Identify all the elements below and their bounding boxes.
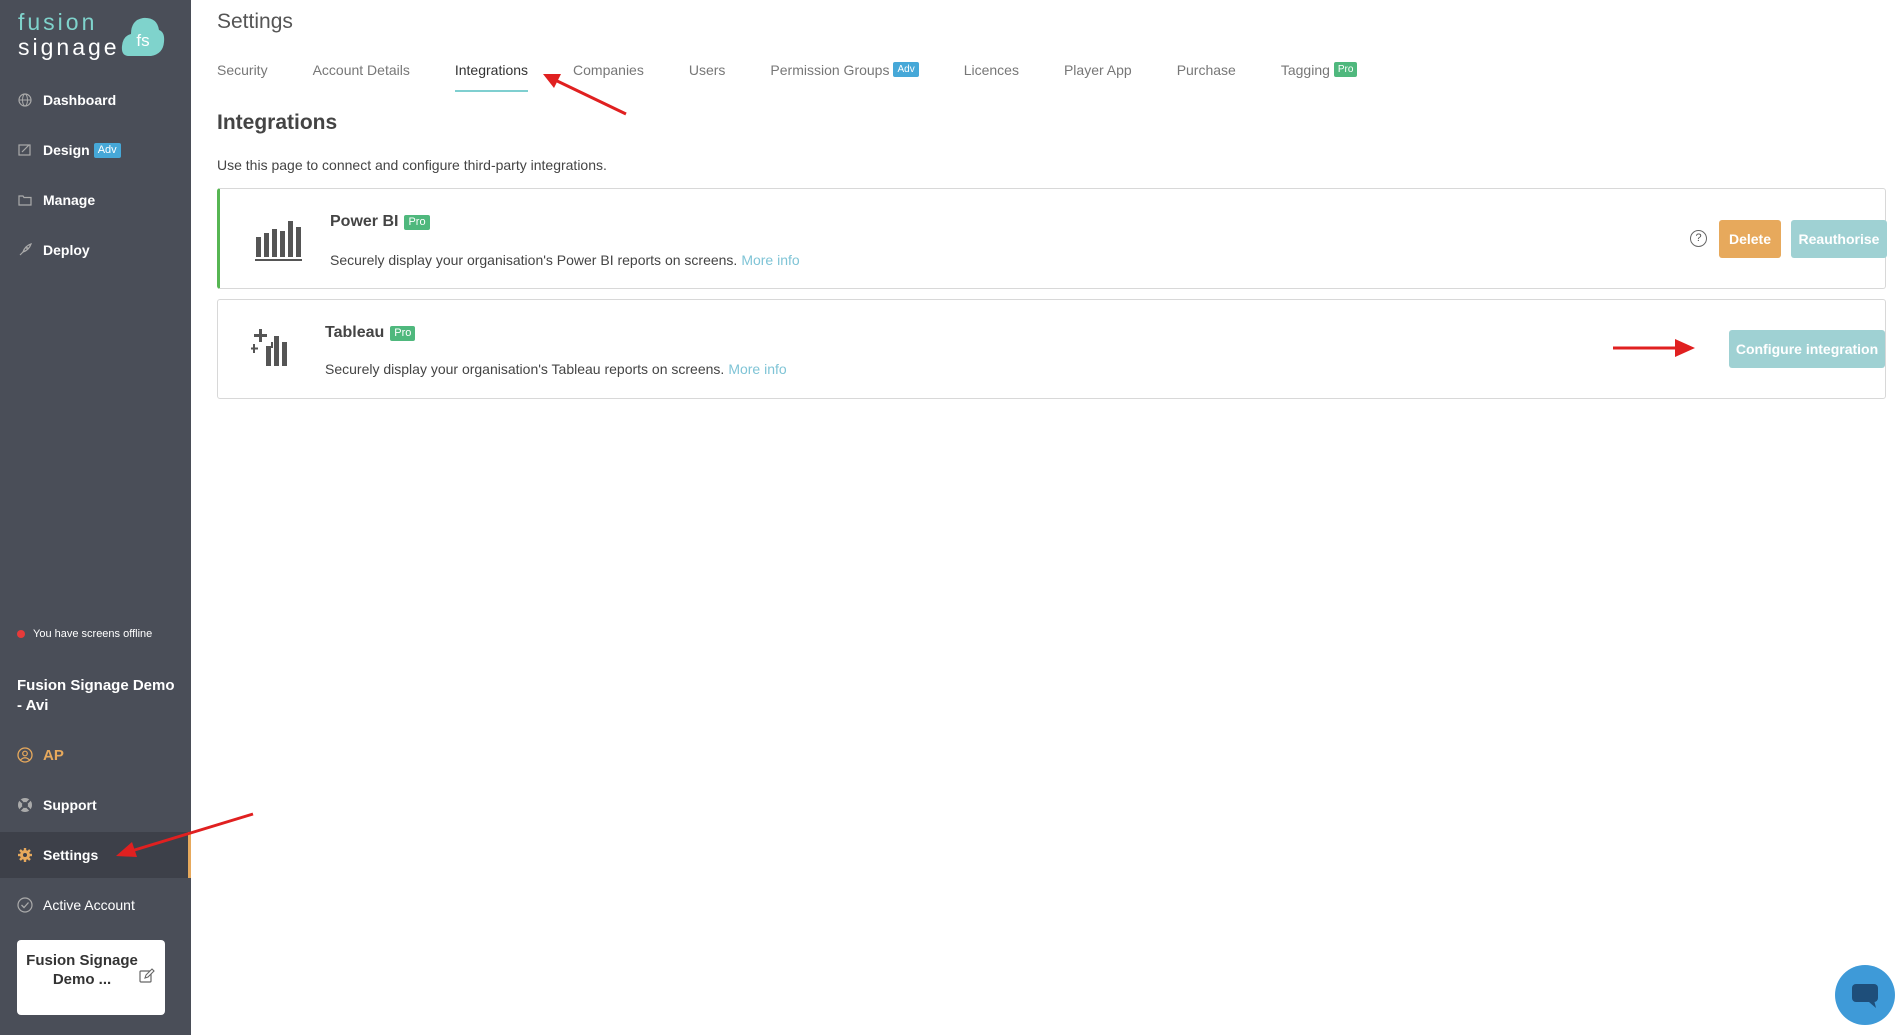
account-switcher-card[interactable]: Fusion Signage Demo ...	[17, 940, 165, 1015]
configure-integration-button[interactable]: Configure integration	[1729, 330, 1885, 368]
tab-companies[interactable]: Companies	[573, 60, 644, 92]
integration-description: Securely display your organisation's Pow…	[330, 252, 738, 268]
tab-label: Companies	[573, 62, 644, 78]
sidebar-item-dashboard[interactable]: Dashboard	[0, 77, 191, 123]
folder-icon	[17, 192, 33, 208]
tab-permission-groups[interactable]: Permission Groups Adv	[770, 60, 919, 92]
logo-text: fusion signage	[18, 10, 120, 60]
offline-text: You have screens offline	[33, 628, 153, 640]
tab-label: Users	[688, 62, 726, 78]
sidebar-item-active-account[interactable]: Active Account	[0, 882, 191, 928]
user-profile[interactable]: AP	[0, 732, 191, 778]
sidebar-item-label: Settings	[43, 847, 99, 863]
tableau-integration-card: Tableau Pro Securely display your organi…	[217, 299, 1886, 399]
tab-account-details[interactable]: Account Details	[313, 60, 410, 92]
tab-label: Licences	[963, 62, 1019, 78]
sidebar-item-label: Deploy	[43, 242, 90, 258]
more-info-link[interactable]: More info	[728, 361, 786, 377]
sidebar-item-label: Support	[43, 797, 97, 813]
help-icon[interactable]: ?	[1690, 230, 1707, 247]
tableau-description: Securely display your organisation's Tab…	[325, 361, 787, 377]
rocket-icon	[17, 242, 33, 258]
settings-tabs: Security Account Details Integrations Co…	[217, 60, 1402, 92]
account-card-label: Fusion Signage Demo ...	[26, 952, 138, 988]
chat-bubble-icon	[1852, 984, 1878, 1008]
more-info-link[interactable]: More info	[741, 252, 799, 268]
sidebar-item-design[interactable]: Design Adv	[0, 127, 191, 173]
reauthorise-button[interactable]: Reauthorise	[1791, 220, 1887, 258]
powerbi-logo-icon	[255, 221, 302, 261]
adv-badge: Adv	[93, 142, 121, 158]
sidebar-item-support[interactable]: Support	[0, 782, 191, 828]
sidebar-item-settings[interactable]: Settings	[0, 832, 191, 878]
tab-label: Purchase	[1176, 62, 1236, 78]
sidebar-item-manage[interactable]: Manage	[0, 177, 191, 223]
tab-label: Integrations	[454, 62, 529, 78]
chat-widget-button[interactable]	[1835, 965, 1895, 1025]
sidebar-item-label: Design	[43, 142, 90, 158]
section-description: Use this page to connect and configure t…	[217, 157, 607, 173]
logo-line-1: fusion	[18, 9, 98, 35]
sidebar-item-label: Dashboard	[43, 92, 117, 108]
powerbi-title: Power BI Pro	[330, 213, 430, 231]
sidebar-item-label: Active Account	[43, 897, 135, 913]
logo-line-2: signage	[18, 34, 120, 60]
pro-badge: Pro	[390, 325, 416, 341]
sidebar-item-label: Manage	[43, 192, 96, 208]
tab-player-app[interactable]: Player App	[1064, 60, 1132, 92]
tab-licences[interactable]: Licences	[964, 60, 1019, 92]
tab-tagging[interactable]: Tagging Pro	[1281, 60, 1358, 92]
tableau-logo-icon	[251, 329, 287, 366]
edit-icon[interactable]	[139, 968, 155, 984]
main-content: Settings Security Account Details Integr…	[191, 0, 1900, 1035]
gear-icon	[17, 847, 33, 863]
tab-label: Account Details	[312, 62, 410, 78]
check-circle-icon	[17, 897, 33, 913]
powerbi-integration-card: Power BI Pro Securely display your organ…	[217, 188, 1887, 289]
adv-badge: Adv	[893, 62, 919, 77]
tab-label: Player App	[1063, 62, 1132, 78]
globe-icon	[17, 92, 33, 108]
integration-description: Securely display your organisation's Tab…	[325, 361, 725, 377]
sidebar-item-deploy[interactable]: Deploy	[0, 227, 191, 273]
delete-button[interactable]: Delete	[1719, 220, 1781, 258]
pro-badge: Pro	[404, 214, 430, 230]
tab-purchase[interactable]: Purchase	[1177, 60, 1236, 92]
tab-label: Permission Groups	[770, 62, 890, 78]
page-title: Settings	[217, 10, 293, 33]
lifebuoy-icon	[17, 797, 33, 813]
design-icon	[17, 142, 33, 158]
fusion-signage-logo[interactable]: fusion signage fs	[18, 10, 168, 66]
tab-integrations[interactable]: Integrations	[454, 60, 529, 92]
logo-cloud-icon: fs	[121, 17, 165, 56]
powerbi-description: Securely display your organisation's Pow…	[330, 252, 800, 268]
tableau-title: Tableau Pro	[325, 324, 416, 342]
section-title: Integrations	[217, 111, 338, 134]
integration-name: Power BI	[330, 213, 399, 230]
integration-name: Tableau	[325, 324, 385, 341]
sidebar: fusion signage fs Dashboard Design Adv M…	[0, 0, 191, 1035]
tab-label: Tagging	[1280, 62, 1330, 78]
tab-label: Security	[217, 62, 268, 78]
user-initials: AP	[43, 746, 64, 764]
account-name: Fusion Signage Demo - Avi	[17, 677, 175, 714]
tab-security[interactable]: Security	[217, 60, 268, 92]
status-dot	[17, 630, 25, 638]
tab-users[interactable]: Users	[689, 60, 726, 92]
logo-mark: fs	[136, 31, 149, 50]
pro-badge: Pro	[1333, 62, 1358, 77]
offline-status[interactable]: You have screens offline	[17, 628, 152, 640]
user-circle-icon	[17, 747, 33, 763]
